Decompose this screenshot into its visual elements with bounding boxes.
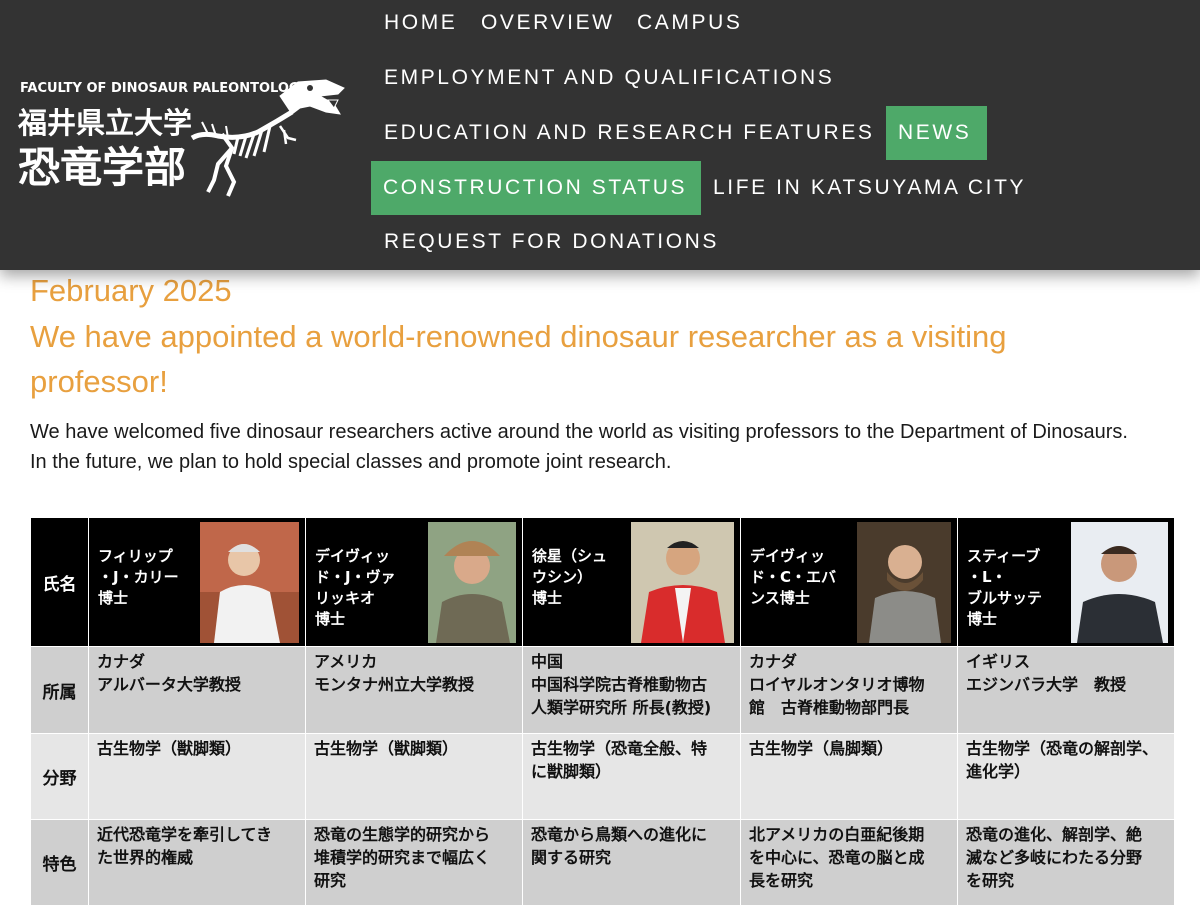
table-row-name: 氏名 フィリップ・J・カリー博士 デイヴィッド・J・ヴァリッキオ博士 [30, 517, 1175, 647]
field-cell: 古生物学（獣脚類） [88, 733, 306, 820]
professor-name-cell: スティーブ ・L・ ブルサッテ 博士 [957, 517, 1175, 647]
nav-education[interactable]: EDUCATION AND RESEARCH FEATURES [372, 106, 887, 160]
field-cell: 古生物学（鳥脚類） [740, 733, 958, 820]
professor-photo [857, 522, 951, 643]
field-cell: 古生物学（恐竜の解剖学、 進化学） [957, 733, 1175, 820]
dinosaur-skeleton-icon [190, 79, 345, 197]
site-logo[interactable]: FACULTY OF DINOSAUR PALEONTOLOGY 福井県立大学 … [16, 70, 356, 210]
professor-name: スティーブ ・L・ ブルサッテ 博士 [967, 547, 1043, 628]
article-body: We have welcomed five dinosaur researche… [30, 417, 1170, 477]
field-cell: 古生物学（獣脚類） [305, 733, 523, 820]
affiliation-cell: カナダ アルバータ大学教授 [88, 646, 306, 734]
nav-overview[interactable]: OVERVIEW [469, 0, 627, 50]
table-row-feature: 特色 近代恐竜学を牽引してき た世界的権威 恐竜の生態学的研究から 堆積学的研究まで… [30, 819, 1175, 906]
professor-name-cell: デイヴィッ ド・J・ヴァ リッキオ 博士 [305, 517, 523, 647]
affiliation-cell: アメリカ モンタナ州立大学教授 [305, 646, 523, 734]
feature-cell: 北アメリカの白亜紀後期 を中心に、恐竜の脳と成 長を研究 [740, 819, 958, 906]
nav-campus[interactable]: CAMPUS [625, 0, 754, 50]
nav-home[interactable]: HOME [372, 0, 469, 50]
nav-employment[interactable]: EMPLOYMENT AND QUALIFICATIONS [372, 51, 846, 105]
professor-name-cell: 徐星（シュ ウシン） 博士 [522, 517, 741, 647]
nav-news[interactable]: NEWS [886, 106, 987, 160]
row-label-field: 分野 [30, 733, 89, 820]
visiting-professors-table: 氏名 フィリップ・J・カリー博士 デイヴィッド・J・ヴァリッキオ博士 [30, 517, 1175, 906]
nav-life-katsuyama[interactable]: LIFE IN KATSUYAMA CITY [701, 161, 1038, 215]
feature-cell: 恐竜から鳥類への進化に 関する研究 [522, 819, 741, 906]
row-label-name: 氏名 [30, 517, 89, 647]
article-body-line2: In the future, we plan to hold special c… [30, 451, 672, 473]
row-label-feature: 特色 [30, 819, 89, 906]
table-row-affiliation: 所属 カナダ アルバータ大学教授 アメリカ モンタナ州立大学教授 中国 中国科学院古脊… [30, 646, 1175, 734]
professor-photo [428, 522, 516, 643]
professor-name: デイヴィッ ド・C・エバ ンス博士 [750, 547, 837, 607]
affiliation-cell: イギリス エジンバラ大学 教授 [957, 646, 1175, 734]
nav-construction-status[interactable]: CONSTRUCTION STATUS [371, 161, 701, 215]
row-label-affiliation: 所属 [30, 646, 89, 734]
feature-cell: 恐竜の進化、解剖学、絶 滅など多岐にわたる分野 を研究 [957, 819, 1175, 906]
professor-photo [631, 522, 734, 643]
article-date: February 2025 [30, 273, 232, 308]
professor-photo [200, 522, 299, 643]
professor-name-cell: フィリップ ・J・カリー 博士 [88, 517, 306, 647]
professor-photo [1071, 522, 1168, 643]
article-body-line1: We have welcomed five dinosaur researche… [30, 421, 1128, 443]
site-header: FACULTY OF DINOSAUR PALEONTOLOGY 福井県立大学 … [0, 0, 1200, 270]
table-row-field: 分野 古生物学（獣脚類） 古生物学（獣脚類） 古生物学（恐竜全般、特 に獣脚類） … [30, 733, 1175, 820]
professor-name-cell: デイヴィッ ド・C・エバ ンス博士 [740, 517, 958, 647]
feature-cell: 近代恐竜学を牽引してき た世界的権威 [88, 819, 306, 906]
affiliation-cell: 中国 中国科学院古脊椎動物古 人類学研究所 所長(教授) [522, 646, 741, 734]
professor-name: デイヴィッ ド・J・ヴァ リッキオ 博士 [315, 547, 396, 628]
feature-cell: 恐竜の生態学的研究から 堆積学的研究まで幅広く 研究 [305, 819, 523, 906]
nav-donations[interactable]: REQUEST FOR DONATIONS [372, 215, 731, 269]
field-cell: 古生物学（恐竜全般、特 に獣脚類） [522, 733, 741, 820]
affiliation-cell: カナダ ロイヤルオンタリオ博物館 古脊椎動物部門長 [740, 646, 958, 734]
article-headline: We have appointed a world-renowned dinos… [30, 319, 1007, 399]
professor-name: 徐星（シュ ウシン） 博士 [532, 547, 608, 607]
logo-japanese-line2: 恐竜学部 [18, 143, 187, 192]
professor-name: フィリップ ・J・カリー 博士 [98, 547, 179, 607]
